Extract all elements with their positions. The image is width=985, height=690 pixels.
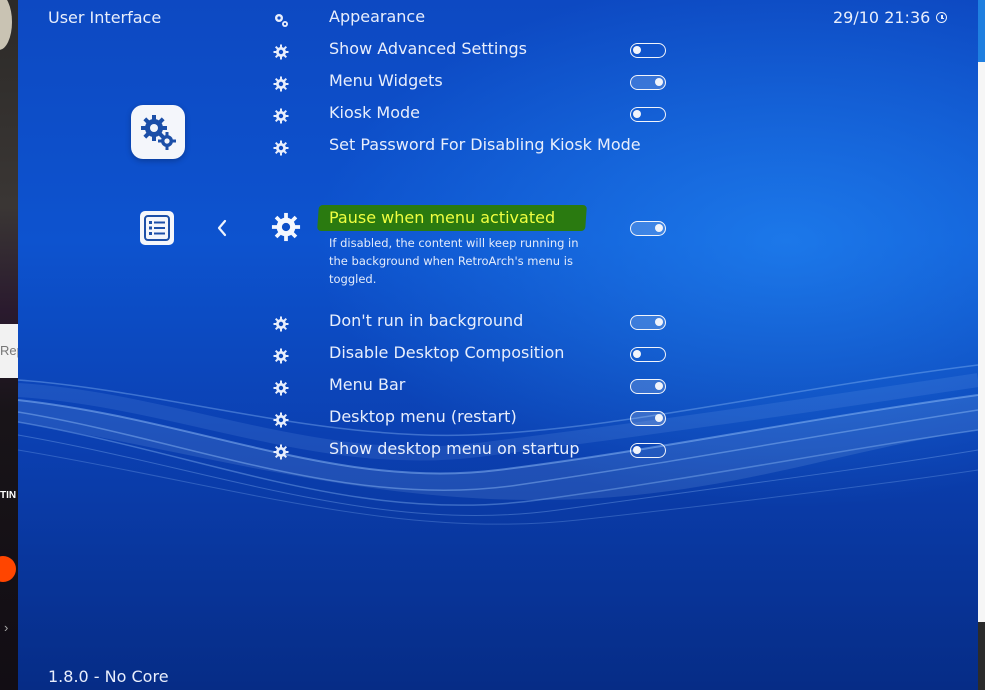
gear-icon	[273, 76, 289, 92]
menu-item-label: Disable Desktop Composition	[329, 343, 565, 362]
toggle-switch[interactable]	[630, 43, 666, 58]
menu-item-label: Show Advanced Settings	[329, 39, 527, 58]
background-label-fragment: TIN	[0, 490, 17, 501]
menu-item-show-desktop-menu-on-startup[interactable]: Show desktop menu on startup	[273, 437, 693, 467]
menu-item-description: If disabled, the content will keep runni…	[329, 236, 579, 286]
menu-item-label: Don't run in background	[329, 311, 524, 330]
gears-icon	[275, 14, 288, 27]
toggle-switch[interactable]	[630, 107, 666, 122]
background-window-right	[978, 0, 985, 690]
gear-icon	[271, 212, 301, 242]
menu-item-dont-run-in-background[interactable]: Don't run in background	[273, 309, 693, 339]
gear-icon	[273, 412, 289, 428]
gears-icon	[141, 115, 176, 150]
retroarch-window: User Interface 29/10 21:36 Appearance Sh…	[18, 0, 978, 690]
gear-icon	[273, 108, 289, 124]
menu-item-label: Desktop menu (restart)	[329, 407, 517, 426]
gear-icon	[273, 380, 289, 396]
chevron-right-icon: ›	[4, 620, 9, 635]
toggle-switch[interactable]	[630, 347, 666, 362]
gear-icon	[273, 44, 289, 60]
menu-item-menu-widgets[interactable]: Menu Widgets	[273, 69, 693, 99]
background-input-fragment: Rep	[0, 324, 18, 378]
list-icon	[144, 215, 170, 241]
toggle-switch[interactable]	[630, 221, 666, 236]
menu-item-label: Menu Bar	[329, 375, 406, 394]
avatar	[0, 0, 12, 50]
toggle-switch[interactable]	[630, 75, 666, 90]
page-title: User Interface	[48, 8, 162, 27]
gear-icon	[273, 348, 289, 364]
menu-item-menu-bar[interactable]: Menu Bar	[273, 373, 693, 403]
menu-item-disable-desktop-composition[interactable]: Disable Desktop Composition	[273, 341, 693, 371]
gear-icon	[273, 444, 289, 460]
clock-text: 29/10 21:36	[833, 8, 931, 27]
menu-item-appearance[interactable]: Appearance	[273, 5, 693, 35]
menu-item-label: Pause when menu activated	[329, 208, 556, 227]
menu-item-label: Kiosk Mode	[329, 103, 421, 122]
menu-item-set-kiosk-password[interactable]: Set Password For Disabling Kiosk Mode	[273, 133, 693, 163]
menu-item-label: Show desktop menu on startup	[329, 439, 580, 458]
gear-icon	[273, 140, 289, 156]
toggle-switch[interactable]	[630, 315, 666, 330]
gear-icon	[273, 316, 289, 332]
settings-category-button[interactable]	[131, 105, 185, 159]
menu-item-label: Appearance	[329, 7, 426, 26]
background-window-left: Rep TIN ›	[0, 0, 18, 690]
clock-icon	[936, 12, 948, 23]
menu-item-desktop-menu-restart[interactable]: Desktop menu (restart)	[273, 405, 693, 435]
menu-item-kiosk-mode[interactable]: Kiosk Mode	[273, 101, 693, 131]
back-button[interactable]	[212, 216, 232, 240]
clock: 29/10 21:36	[833, 8, 948, 27]
chevron-left-icon	[217, 219, 227, 237]
menu-item-show-advanced-settings[interactable]: Show Advanced Settings	[273, 37, 693, 67]
menu-item-label: Menu Widgets	[329, 71, 443, 90]
main-menu-category-button[interactable]	[140, 211, 174, 245]
version-label: 1.8.0 - No Core	[48, 667, 169, 686]
toggle-switch[interactable]	[630, 443, 666, 458]
reddit-icon	[0, 556, 16, 582]
toggle-switch[interactable]	[630, 411, 666, 426]
menu-item-label: Set Password For Disabling Kiosk Mode	[329, 135, 641, 154]
menu-item-pause-when-menu-activated[interactable]: Pause when menu activated If disabled, t…	[263, 202, 703, 302]
toggle-switch[interactable]	[630, 379, 666, 394]
